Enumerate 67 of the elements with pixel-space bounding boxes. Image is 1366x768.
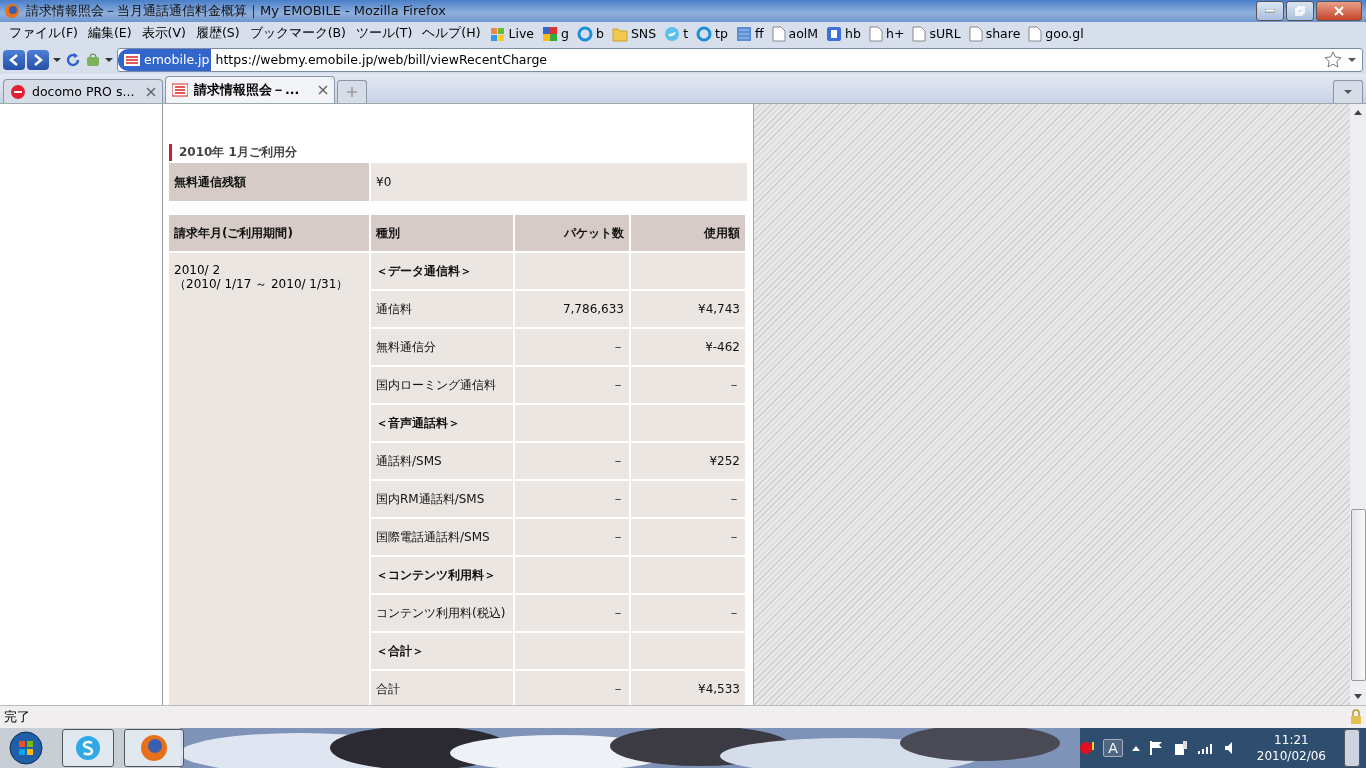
url-text: https://webmy.emobile.jp/web/bill/viewRecentCharge [214, 52, 549, 68]
table-cell: － [515, 481, 629, 518]
table-cell: ＜データ通信料＞ [371, 253, 513, 290]
menu-item[interactable]: 編集(E) [82, 25, 137, 43]
period-text: 2010/ 2 [174, 263, 222, 278]
date-text: 2010/02/06 [1256, 748, 1326, 765]
table-cell: － [631, 367, 745, 404]
table-cell: － [515, 443, 629, 480]
table-cell: 7,786,633 [515, 291, 629, 328]
table-header-cell: 無料通信残額 [169, 163, 369, 202]
bookmark-item[interactable]: share [964, 25, 1025, 42]
table-cell: － [631, 595, 745, 632]
bookmark-item[interactable]: goo.gl [1024, 25, 1088, 42]
bookmark-item[interactable]: h+ [864, 25, 909, 42]
menu-item[interactable]: ブックマーク(B) [244, 25, 351, 43]
time-text: 11:21 [1274, 732, 1309, 749]
menu-item[interactable]: ファイル(F) [4, 25, 83, 43]
table-cell: 通信料 [371, 291, 513, 328]
table-cell: － [515, 329, 629, 366]
bookmark-item[interactable]: b [573, 25, 608, 42]
bookmark-item[interactable]: g [538, 25, 573, 42]
table-cell: ¥4,743 [631, 291, 745, 328]
table-cell: － [631, 519, 745, 556]
address-bar[interactable]: emobile.jp https://webmy.emobile.jp/web/bill/viewRecentCharge [117, 47, 1363, 72]
column-header: 種別 [371, 215, 513, 252]
table-cell: ¥4,533 [631, 671, 745, 708]
bookmark-item[interactable]: ff [731, 25, 768, 42]
browser-tab[interactable]: docomo PRO s... [3, 79, 163, 104]
table-cell: 通話料/SMS [371, 443, 513, 480]
menu-item[interactable]: 履歴(S) [190, 25, 245, 43]
menu-item[interactable]: ツール(T) [350, 25, 418, 43]
column-header: 請求年月(ご利用期間) [169, 215, 369, 252]
bookmark-item[interactable]: tp [692, 25, 732, 42]
table-cell: ¥-462 [631, 329, 745, 366]
bookmark-item[interactable]: hb [822, 25, 865, 42]
table-cell: － [631, 481, 745, 518]
table-cell: 国内ローミング通信料 [371, 367, 513, 404]
table-cell: － [515, 519, 629, 556]
status-text: 完了 [4, 708, 30, 726]
column-header: パケット数 [515, 215, 629, 252]
table-cell: 無料通信分 [371, 329, 513, 366]
period-text: （2010/ 1/17 ～ 2010/ 1/31） [174, 277, 350, 292]
bookmark-item[interactable]: sURL [908, 25, 965, 42]
table-cell: ¥252 [631, 443, 745, 480]
table-cell: － [515, 595, 629, 632]
table-cell: － [515, 671, 629, 708]
column-header: 使用額 [631, 215, 745, 252]
bookmark-item[interactable]: t [660, 25, 693, 42]
table-cell: 合計 [371, 671, 513, 708]
table-cell: ¥0 [371, 163, 747, 202]
browser-tab[interactable]: 請求情報照会－... [165, 76, 335, 104]
site-identity-button[interactable]: emobile.jp [118, 48, 212, 71]
table-cell: コンテンツ利用料(税込) [371, 595, 513, 632]
menu-item[interactable]: ヘルプ(H) [417, 25, 486, 43]
bookmark-item[interactable]: SNS [607, 25, 661, 42]
clock[interactable]: 11:21 2010/02/06 [1246, 732, 1336, 765]
menu-item[interactable]: 表示(V) [136, 25, 191, 43]
window-title: 請求情報照会－当月通話通信料金概算｜My EMOBILE - Mozilla Firefox [26, 1, 447, 20]
table-cell: ＜音声通話料＞ [371, 405, 513, 442]
table-cell: 国内RM通話料/SMS [371, 481, 513, 518]
table-cell: ＜コンテンツ利用料＞ [371, 557, 513, 594]
bookmark-item[interactable]: Live [485, 25, 539, 42]
bookmark-item[interactable]: aolM [767, 25, 823, 42]
table-cell: 国際電話通話料/SMS [371, 519, 513, 556]
table-cell: ＜合計＞ [371, 633, 513, 670]
table-cell: － [515, 367, 629, 404]
ime-indicator[interactable]: A [1103, 739, 1123, 758]
